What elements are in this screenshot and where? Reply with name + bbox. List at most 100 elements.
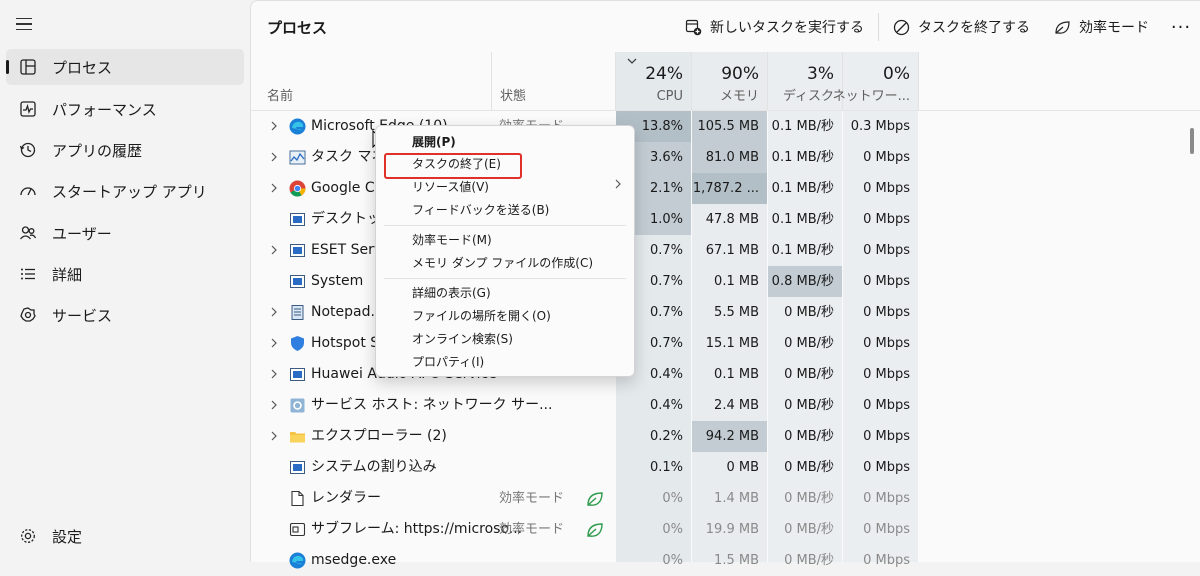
- task-manager-icon: [289, 150, 306, 165]
- chevron-right-icon[interactable]: [269, 306, 279, 318]
- menu-item-go-to-details[interactable]: 詳細の表示(G): [412, 282, 491, 304]
- chevron-right-icon[interactable]: [269, 120, 279, 132]
- cpu-cell: 0.4%: [649, 398, 683, 413]
- users-icon: [18, 223, 38, 243]
- sidebar-item-label: 詳細: [52, 265, 83, 284]
- memory-cell: 94.2 MB: [692, 421, 767, 452]
- column-header-name[interactable]: 名前: [251, 52, 492, 110]
- memory-cell: 81.0 MB: [692, 142, 767, 173]
- network-cell: 0 Mbps: [863, 243, 910, 258]
- hamburger-menu-icon[interactable]: [16, 14, 36, 34]
- sidebar-item-users[interactable]: ユーザー: [6, 215, 244, 251]
- column-header-status[interactable]: 状態: [492, 52, 616, 110]
- memory-cell: 1,787.2 ...: [692, 173, 767, 204]
- efficiency-mode-button[interactable]: 効率モード: [1042, 9, 1161, 45]
- sidebar-item-services[interactable]: サービス: [6, 297, 244, 333]
- network-cell: 0 Mbps: [863, 367, 910, 382]
- sidebar-item-settings[interactable]: 設定: [6, 518, 244, 554]
- disk-cell: 0.8 MB/秒: [768, 266, 842, 297]
- menu-item-open-file-location[interactable]: ファイルの場所を開く(O): [412, 305, 551, 327]
- network-cell: 0 Mbps: [863, 460, 910, 475]
- table-row[interactable]: システムの割り込み 0.1% 0 MB 0 MB/秒 0 Mbps: [251, 452, 1200, 483]
- network-cell: 0 Mbps: [863, 274, 910, 289]
- sidebar-item-label: パフォーマンス: [52, 100, 157, 119]
- memory-cell: 47.8 MB: [705, 212, 759, 227]
- disk-cell: 0.1 MB/秒: [771, 243, 834, 258]
- cpu-cell: 0%: [662, 491, 683, 506]
- process-name: サブフレーム: https://microso...: [311, 521, 523, 537]
- details-icon: [18, 264, 38, 284]
- cpu-cell: 0.1%: [649, 460, 683, 475]
- sidebar: プロセス パフォーマンス アプリの履歴 スタートアップ アプリ ユーザー 詳細 …: [0, 0, 250, 561]
- sidebar-item-processes[interactable]: プロセス: [6, 49, 244, 85]
- network-cell: 0 Mbps: [863, 522, 910, 537]
- chevron-right-icon[interactable]: [269, 430, 279, 442]
- process-name: エクスプローラー (2): [311, 428, 447, 444]
- menu-item-efficiency-mode[interactable]: 効率モード(M): [412, 229, 492, 251]
- table-row[interactable]: サブフレーム: https://microso... 効率モード 0% 19.9…: [251, 514, 1200, 545]
- more-options-icon[interactable]: ···: [1161, 9, 1200, 45]
- sidebar-item-label: ユーザー: [52, 224, 112, 243]
- chevron-right-icon[interactable]: [269, 368, 279, 380]
- end-task-icon: [893, 19, 910, 35]
- chevron-right-icon[interactable]: [269, 151, 279, 163]
- chevron-right-icon[interactable]: [269, 182, 279, 194]
- table-row[interactable]: エクスプローラー (2) 0.2% 94.2 MB 0 MB/秒 0 Mbps: [251, 421, 1200, 452]
- menu-item-resource-values[interactable]: リソース値(V): [412, 176, 489, 198]
- menu-item-properties[interactable]: プロパティ(I): [412, 351, 484, 373]
- run-new-task-button[interactable]: 新しいタスクを実行する: [673, 9, 876, 45]
- startup-icon: [18, 181, 38, 201]
- process-name: サービス ホスト: ネットワーク サー...: [311, 397, 553, 413]
- disk-cell: 0.1 MB/秒: [771, 212, 834, 227]
- page-title: プロセス: [267, 19, 328, 37]
- chevron-right-icon[interactable]: [269, 244, 279, 256]
- context-menu: 展開(P) タスクの終了(E) リソース値(V) フィードバックを送る(B) 効…: [375, 125, 635, 377]
- memory-cell: 19.9 MB: [705, 522, 759, 537]
- chevron-right-icon[interactable]: [269, 337, 279, 349]
- notepad-icon: [291, 305, 304, 320]
- end-task-button[interactable]: タスクを終了する: [881, 9, 1042, 45]
- sidebar-item-label: サービス: [52, 306, 113, 325]
- disk-cell: 0 MB/秒: [784, 460, 834, 475]
- new-task-icon: [685, 19, 702, 35]
- efficiency-leaf-icon: [587, 523, 603, 537]
- table-row[interactable]: サービス ホスト: ネットワーク サー... 0.4% 2.4 MB 0 MB/…: [251, 390, 1200, 421]
- column-header-cpu[interactable]: 24% CPU: [616, 52, 692, 110]
- network-cell: 0 Mbps: [863, 181, 910, 196]
- column-header-network[interactable]: 0% ネットワー...: [833, 52, 919, 110]
- column-header-memory[interactable]: 90% メモリ: [692, 52, 768, 110]
- run-new-task-label: 新しいタスクを実行する: [710, 20, 864, 36]
- menu-item-search-online[interactable]: オンライン検索(S): [412, 328, 513, 350]
- network-cell: 0 Mbps: [863, 212, 910, 227]
- menu-item-end-task[interactable]: タスクの終了(E): [412, 153, 501, 175]
- task-manager-window: プロセス パフォーマンス アプリの履歴 スタートアップ アプリ ユーザー 詳細 …: [0, 0, 1200, 569]
- menu-item-create-dump[interactable]: メモリ ダンプ ファイルの作成(C): [412, 252, 593, 274]
- chrome-icon: [289, 180, 306, 197]
- menu-item-feedback[interactable]: フィードバックを送る(B): [412, 199, 549, 221]
- status-text: 効率モード: [499, 522, 565, 537]
- window-icon: [290, 461, 305, 474]
- network-cell: 0 Mbps: [863, 336, 910, 351]
- edge-icon: [289, 118, 306, 135]
- sidebar-item-app-history[interactable]: アプリの履歴: [6, 132, 244, 168]
- disk-cell: 0 MB/秒: [784, 305, 834, 320]
- sidebar-item-performance[interactable]: パフォーマンス: [6, 91, 244, 127]
- memory-cell: 15.1 MB: [705, 336, 759, 351]
- chevron-right-icon[interactable]: [269, 399, 279, 411]
- sort-chevron-icon: [627, 58, 637, 64]
- menu-item-expand[interactable]: 展開(P): [412, 131, 456, 153]
- network-cell: 0 Mbps: [863, 429, 910, 444]
- table-row[interactable]: レンダラー 効率モード 0% 1.4 MB 0 MB/秒 0 Mbps: [251, 483, 1200, 514]
- sidebar-item-label: プロセス: [52, 58, 113, 77]
- shield-icon: [291, 336, 304, 351]
- network-cell: 0.3 Mbps: [850, 119, 910, 134]
- service-host-icon: [290, 398, 305, 413]
- sidebar-item-startup[interactable]: スタートアップ アプリ: [6, 173, 244, 209]
- network-cell: 0 Mbps: [863, 491, 910, 506]
- history-icon: [18, 140, 38, 160]
- disk-cell: 0 MB/秒: [784, 336, 834, 351]
- window-icon: [290, 213, 305, 226]
- sidebar-item-details[interactable]: 詳細: [6, 256, 244, 292]
- toolbar-divider: [878, 13, 879, 41]
- disk-cell: 0.1 MB/秒: [771, 150, 834, 165]
